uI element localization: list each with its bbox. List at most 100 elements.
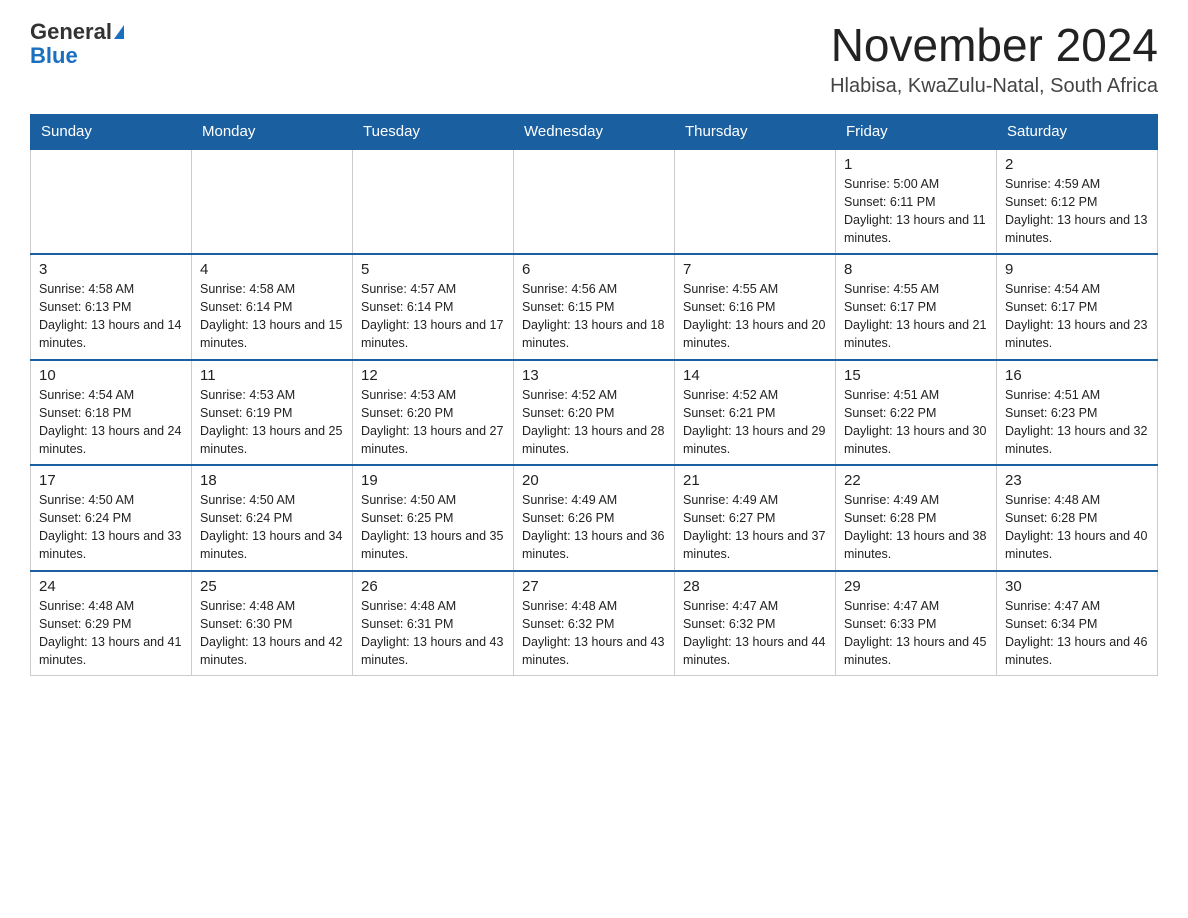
day-info: Sunrise: 4:48 AMSunset: 6:28 PMDaylight:…	[1005, 491, 1149, 564]
day-info: Sunrise: 4:49 AMSunset: 6:28 PMDaylight:…	[844, 491, 988, 564]
day-info: Sunrise: 4:55 AMSunset: 6:17 PMDaylight:…	[844, 280, 988, 353]
day-info: Sunrise: 4:57 AMSunset: 6:14 PMDaylight:…	[361, 280, 505, 353]
day-number: 22	[844, 472, 988, 489]
page-subtitle: Hlabisa, KwaZulu-Natal, South Africa	[830, 75, 1158, 98]
day-number: 30	[1005, 578, 1149, 595]
day-info: Sunrise: 4:50 AMSunset: 6:24 PMDaylight:…	[200, 491, 344, 564]
day-number: 29	[844, 578, 988, 595]
day-number: 2	[1005, 156, 1149, 173]
calendar-day-cell: 12 Sunrise: 4:53 AMSunset: 6:20 PMDayligh…	[353, 360, 514, 466]
calendar-day-cell: 3Sunrise: 4:58 AMSunset: 6:13 PMDaylight…	[31, 254, 192, 360]
day-info: Sunrise: 4:52 AMSunset: 6:20 PMDaylight:…	[522, 386, 666, 459]
calendar-day-cell: 20 Sunrise: 4:49 AMSunset: 6:26 PMDayligh…	[514, 465, 675, 571]
day-number: 4	[200, 261, 344, 278]
logo-triangle-icon	[114, 25, 124, 39]
day-info: Sunrise: 4:49 AMSunset: 6:27 PMDaylight:…	[683, 491, 827, 564]
day-info: Sunrise: 4:51 AMSunset: 6:22 PMDaylight:…	[844, 386, 988, 459]
day-info: Sunrise: 4:53 AMSunset: 6:19 PMDaylight:…	[200, 386, 344, 459]
title-block: November 2024 Hlabisa, KwaZulu-Natal, So…	[830, 20, 1158, 98]
page-title: November 2024	[830, 20, 1158, 71]
calendar-day-cell: 2 Sunrise: 4:59 AMSunset: 6:12 PMDaylight…	[997, 149, 1158, 255]
day-number: 26	[361, 578, 505, 595]
calendar-header-wednesday: Wednesday	[514, 114, 675, 149]
calendar-week-row: 24Sunrise: 4:48 AMSunset: 6:29 PMDayligh…	[31, 571, 1158, 676]
calendar-day-cell	[353, 149, 514, 255]
calendar-day-cell: 15Sunrise: 4:51 AMSunset: 6:22 PMDayligh…	[836, 360, 997, 466]
day-info: Sunrise: 4:55 AMSunset: 6:16 PMDaylight:…	[683, 280, 827, 353]
calendar-day-cell	[31, 149, 192, 255]
day-number: 27	[522, 578, 666, 595]
day-info: Sunrise: 4:47 AMSunset: 6:32 PMDaylight:…	[683, 597, 827, 670]
calendar-day-cell: 24Sunrise: 4:48 AMSunset: 6:29 PMDayligh…	[31, 571, 192, 676]
calendar-day-cell: 6 Sunrise: 4:56 AMSunset: 6:15 PMDaylight…	[514, 254, 675, 360]
calendar-week-row: 17 Sunrise: 4:50 AMSunset: 6:24 PMDayligh…	[31, 465, 1158, 571]
day-number: 11	[200, 367, 344, 384]
calendar-day-cell: 7 Sunrise: 4:55 AMSunset: 6:16 PMDaylight…	[675, 254, 836, 360]
day-number: 12	[361, 367, 505, 384]
calendar-day-cell: 28 Sunrise: 4:47 AMSunset: 6:32 PMDayligh…	[675, 571, 836, 676]
calendar-day-cell: 14 Sunrise: 4:52 AMSunset: 6:21 PMDayligh…	[675, 360, 836, 466]
day-number: 7	[683, 261, 827, 278]
day-info: Sunrise: 4:47 AMSunset: 6:33 PMDaylight:…	[844, 597, 988, 670]
day-number: 19	[361, 472, 505, 489]
day-info: Sunrise: 4:54 AMSunset: 6:17 PMDaylight:…	[1005, 280, 1149, 353]
calendar-week-row: 1 Sunrise: 5:00 AMSunset: 6:11 PMDaylight…	[31, 149, 1158, 255]
day-number: 20	[522, 472, 666, 489]
calendar-day-cell: 16 Sunrise: 4:51 AMSunset: 6:23 PMDayligh…	[997, 360, 1158, 466]
calendar-table: SundayMondayTuesdayWednesdayThursdayFrid…	[30, 114, 1158, 677]
day-number: 6	[522, 261, 666, 278]
day-number: 23	[1005, 472, 1149, 489]
day-info: Sunrise: 5:00 AMSunset: 6:11 PMDaylight:…	[844, 175, 988, 248]
day-info: Sunrise: 4:48 AMSunset: 6:31 PMDaylight:…	[361, 597, 505, 670]
day-number: 25	[200, 578, 344, 595]
day-info: Sunrise: 4:56 AMSunset: 6:15 PMDaylight:…	[522, 280, 666, 353]
day-info: Sunrise: 4:54 AMSunset: 6:18 PMDaylight:…	[39, 386, 183, 459]
day-info: Sunrise: 4:53 AMSunset: 6:20 PMDaylight:…	[361, 386, 505, 459]
day-info: Sunrise: 4:52 AMSunset: 6:21 PMDaylight:…	[683, 386, 827, 459]
calendar-day-cell: 25Sunrise: 4:48 AMSunset: 6:30 PMDayligh…	[192, 571, 353, 676]
logo: General Blue	[30, 20, 124, 68]
day-info: Sunrise: 4:50 AMSunset: 6:24 PMDaylight:…	[39, 491, 183, 564]
calendar-day-cell: 5 Sunrise: 4:57 AMSunset: 6:14 PMDaylight…	[353, 254, 514, 360]
calendar-day-cell: 1 Sunrise: 5:00 AMSunset: 6:11 PMDaylight…	[836, 149, 997, 255]
day-number: 1	[844, 156, 988, 173]
day-number: 17	[39, 472, 183, 489]
logo-blue: Blue	[30, 44, 78, 68]
day-info: Sunrise: 4:59 AMSunset: 6:12 PMDaylight:…	[1005, 175, 1149, 248]
calendar-day-cell: 13Sunrise: 4:52 AMSunset: 6:20 PMDayligh…	[514, 360, 675, 466]
day-info: Sunrise: 4:48 AMSunset: 6:32 PMDaylight:…	[522, 597, 666, 670]
calendar-header-thursday: Thursday	[675, 114, 836, 149]
day-number: 14	[683, 367, 827, 384]
day-number: 3	[39, 261, 183, 278]
calendar-header-friday: Friday	[836, 114, 997, 149]
calendar-day-cell: 17 Sunrise: 4:50 AMSunset: 6:24 PMDayligh…	[31, 465, 192, 571]
calendar-header-saturday: Saturday	[997, 114, 1158, 149]
day-number: 21	[683, 472, 827, 489]
calendar-day-cell: 8 Sunrise: 4:55 AMSunset: 6:17 PMDaylight…	[836, 254, 997, 360]
day-number: 5	[361, 261, 505, 278]
calendar-day-cell: 30 Sunrise: 4:47 AMSunset: 6:34 PMDayligh…	[997, 571, 1158, 676]
calendar-day-cell: 19 Sunrise: 4:50 AMSunset: 6:25 PMDayligh…	[353, 465, 514, 571]
calendar-header-sunday: Sunday	[31, 114, 192, 149]
calendar-day-cell: 26 Sunrise: 4:48 AMSunset: 6:31 PMDayligh…	[353, 571, 514, 676]
day-info: Sunrise: 4:50 AMSunset: 6:25 PMDaylight:…	[361, 491, 505, 564]
logo-general: General	[30, 20, 112, 44]
calendar-day-cell: 11 Sunrise: 4:53 AMSunset: 6:19 PMDayligh…	[192, 360, 353, 466]
calendar-day-cell: 21 Sunrise: 4:49 AMSunset: 6:27 PMDayligh…	[675, 465, 836, 571]
day-info: Sunrise: 4:51 AMSunset: 6:23 PMDaylight:…	[1005, 386, 1149, 459]
day-info: Sunrise: 4:49 AMSunset: 6:26 PMDaylight:…	[522, 491, 666, 564]
day-number: 9	[1005, 261, 1149, 278]
day-number: 16	[1005, 367, 1149, 384]
day-info: Sunrise: 4:47 AMSunset: 6:34 PMDaylight:…	[1005, 597, 1149, 670]
day-number: 10	[39, 367, 183, 384]
calendar-day-cell: 27 Sunrise: 4:48 AMSunset: 6:32 PMDayligh…	[514, 571, 675, 676]
calendar-day-cell	[192, 149, 353, 255]
day-number: 8	[844, 261, 988, 278]
calendar-day-cell: 4Sunrise: 4:58 AMSunset: 6:14 PMDaylight…	[192, 254, 353, 360]
calendar-day-cell: 23 Sunrise: 4:48 AMSunset: 6:28 PMDayligh…	[997, 465, 1158, 571]
day-number: 28	[683, 578, 827, 595]
calendar-day-cell: 29 Sunrise: 4:47 AMSunset: 6:33 PMDayligh…	[836, 571, 997, 676]
calendar-day-cell	[675, 149, 836, 255]
calendar-header-row: SundayMondayTuesdayWednesdayThursdayFrid…	[31, 114, 1158, 149]
calendar-week-row: 10 Sunrise: 4:54 AMSunset: 6:18 PMDayligh…	[31, 360, 1158, 466]
